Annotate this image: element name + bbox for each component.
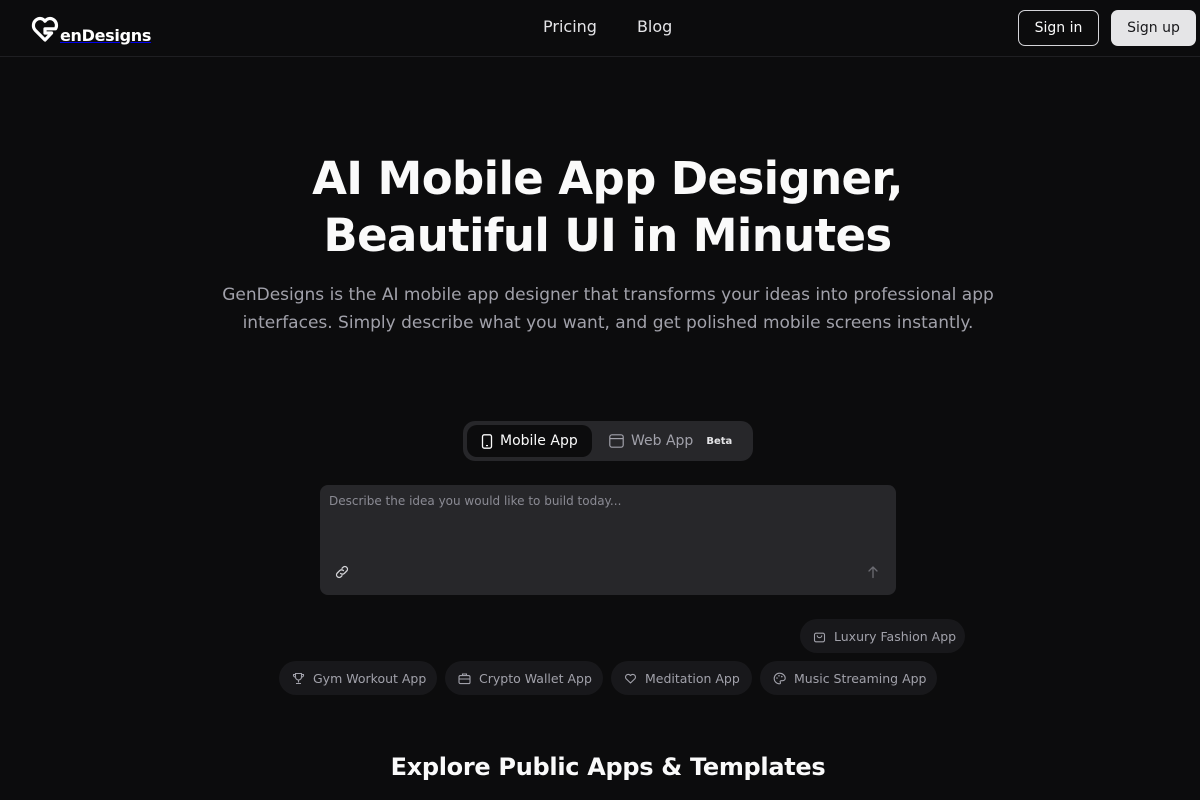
nav-link-pricing[interactable]: Pricing	[543, 17, 597, 36]
brand-name: enDesigns	[60, 26, 152, 45]
brand-logo[interactable]: enDesigns	[31, 12, 151, 46]
hero-subtitle: GenDesigns is the AI mobile app designer…	[222, 285, 994, 333]
mobile-app-label: Mobile App	[500, 433, 578, 449]
prompt-box	[320, 485, 896, 595]
briefcase-icon	[458, 672, 471, 684]
explore-section-subtitle	[300, 793, 916, 800]
explore-section-title: Explore Public Apps & Templates	[390, 753, 826, 781]
heart-g-logo-icon	[31, 16, 59, 42]
mobile-app-option[interactable]: Mobile App	[467, 425, 592, 457]
suggestion-chip-crypto-wallet[interactable]: Crypto Wallet App	[445, 661, 603, 695]
trophy-icon	[292, 672, 305, 684]
palette-icon	[773, 672, 786, 684]
suggestion-chip-gym-workout[interactable]: Gym Workout App	[279, 661, 437, 695]
top-navbar: enDesigns Pricing Blog Sign in Sign up	[0, 0, 1200, 57]
heart-icon	[625, 673, 636, 684]
hero-title: AI Mobile App Designer, Beautiful UI in …	[200, 150, 1015, 264]
smartphone-icon	[481, 433, 493, 449]
suggestion-label: Meditation App	[645, 670, 740, 686]
suggestion-label: Crypto Wallet App	[479, 670, 592, 686]
link-icon	[335, 565, 349, 579]
sign-in-button[interactable]: Sign in	[1018, 10, 1099, 46]
hero-title-line-1: AI Mobile App Designer,	[312, 152, 903, 205]
send-prompt-button[interactable]	[864, 563, 882, 581]
attach-link-button[interactable]	[333, 563, 351, 581]
main-nav: Pricing Blog	[543, 17, 672, 36]
sign-up-button[interactable]: Sign up	[1111, 10, 1196, 46]
browser-window-icon	[609, 434, 624, 448]
suggestion-label: Luxury Fashion App	[834, 628, 957, 644]
suggestion-label: Gym Workout App	[313, 670, 427, 686]
nav-link-blog[interactable]: Blog	[637, 17, 672, 36]
suggestion-chip-music-streaming[interactable]: Music Streaming App	[760, 661, 937, 695]
beta-badge: Beta	[706, 435, 733, 447]
suggestion-chip-meditation[interactable]: Meditation App	[611, 661, 752, 695]
web-app-option[interactable]: Web App Beta	[603, 425, 748, 457]
arrow-up-icon	[868, 566, 878, 579]
shopping-bag-icon	[813, 632, 826, 642]
web-app-label: Web App	[631, 433, 694, 449]
suggestion-label: Music Streaming App	[794, 670, 927, 686]
suggestion-chip-luxury-fashion[interactable]: Luxury Fashion App	[800, 619, 965, 653]
app-type-toggle: Mobile App Web App Beta	[463, 421, 753, 461]
page: enDesigns Pricing Blog Sign in Sign up A…	[0, 0, 1200, 800]
hero-title-line-2: Beautiful UI in Minutes	[323, 209, 892, 262]
idea-prompt-input[interactable]	[320, 485, 896, 560]
